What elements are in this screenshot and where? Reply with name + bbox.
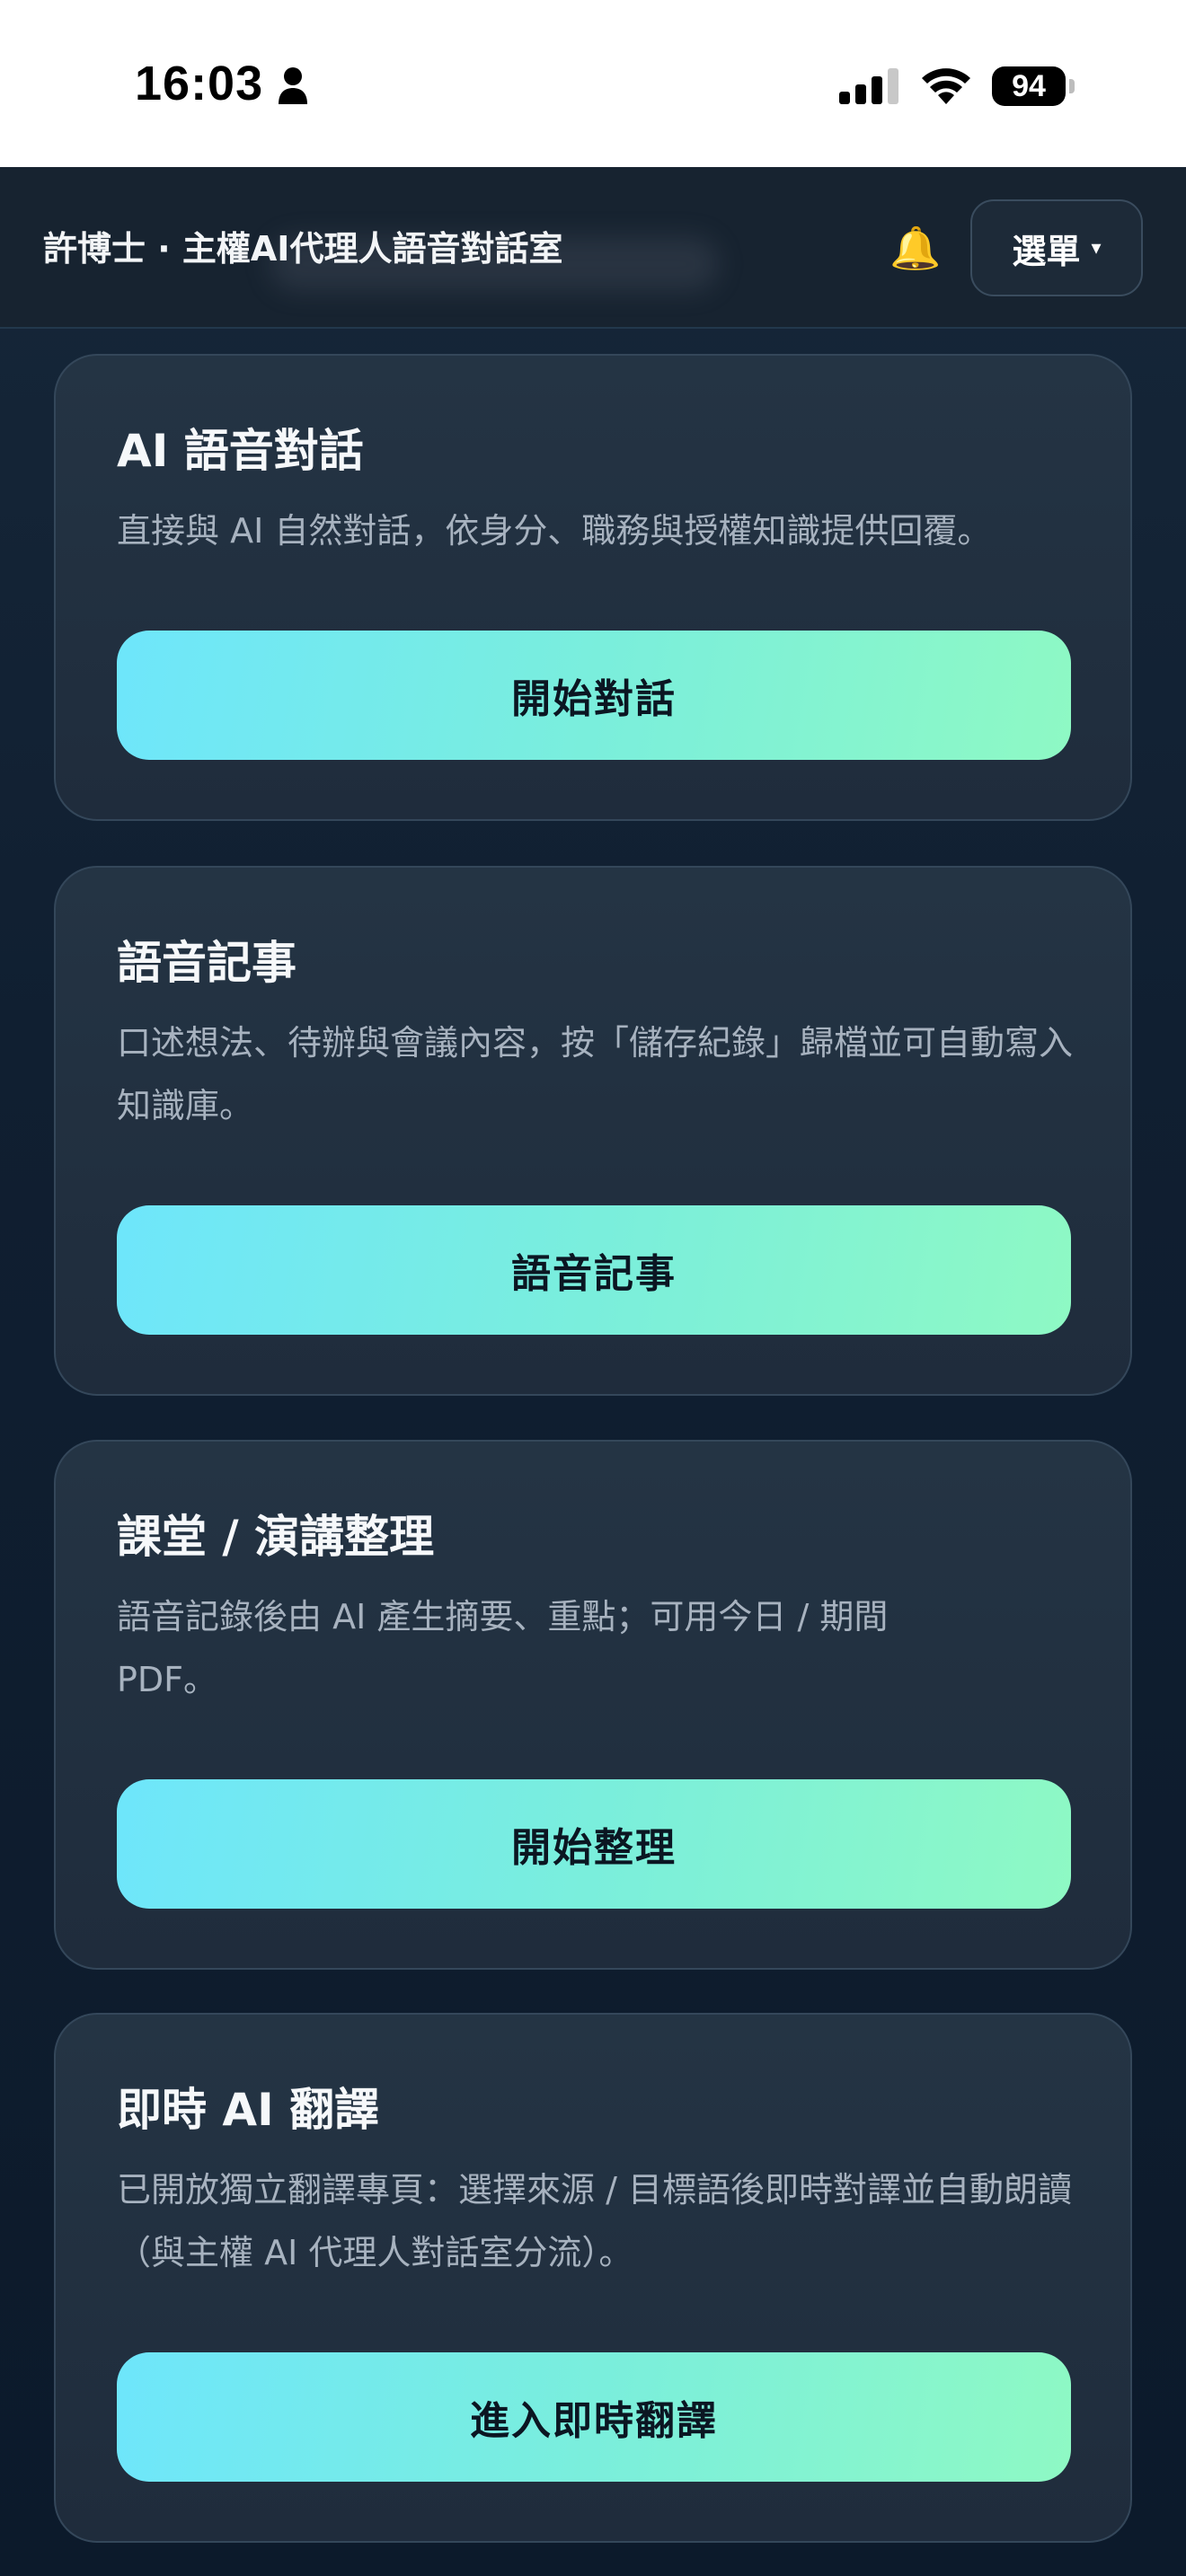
card-ai-voice-chat: AI 語音對話 直接與 AI 自然對話，依身分、職務與授權知識提供回覆。 開始對… — [54, 354, 1132, 821]
signal-icon — [839, 68, 898, 104]
card-title: 即時 AI 翻譯 — [117, 2084, 380, 2136]
status-time: 16:03 — [135, 57, 264, 110]
menu-button-label: 選單 — [1012, 231, 1081, 271]
voice-notes-button[interactable]: 語音記事 — [117, 1205, 1071, 1335]
start-chat-button[interactable]: 開始對話 — [117, 631, 1071, 760]
battery-indicator: 94 — [992, 66, 1066, 106]
start-summary-button[interactable]: 開始整理 — [117, 1779, 1071, 1909]
wifi-icon — [922, 68, 970, 104]
app-header: 許博士 · 主權AI代理人語音對話室 🔔 選單 ▾ — [0, 167, 1186, 329]
card-description: 語音記錄後由 AI 產生摘要、重點；可用今日 / 期間 PDF。 — [117, 1597, 889, 1699]
card-lecture-summary: 課堂 / 演講整理 語音記錄後由 AI 產生摘要、重點；可用今日 / 期間 PD… — [54, 1440, 1132, 1970]
person-icon — [279, 67, 307, 104]
card-description: 口述想法、待辦與會議內容，按「儲存紀錄」歸檔並可自動寫入知識庫。 — [117, 1023, 1074, 1125]
card-title: 語音記事 — [117, 937, 296, 989]
status-bar: 16:03 94 — [0, 0, 1186, 167]
chevron-down-icon: ▾ — [1091, 236, 1102, 260]
enter-translation-button[interactable]: 進入即時翻譯 — [117, 2352, 1071, 2482]
card-voice-notes: 語音記事 口述想法、待辦與會議內容，按「儲存紀錄」歸檔並可自動寫入知識庫。 語音… — [54, 866, 1132, 1396]
card-description: 直接與 AI 自然對話，依身分、職務與授權知識提供回覆。 — [117, 511, 992, 551]
card-title: AI 語音對話 — [117, 425, 364, 477]
battery-nub — [1069, 79, 1075, 93]
card-live-translation: 即時 AI 翻譯 已開放獨立翻譯專頁：選擇來源 / 目標語後即時對譯並自動朗讀（… — [54, 2013, 1132, 2543]
card-description: 已開放獨立翻譯專頁：選擇來源 / 目標語後即時對譯並自動朗讀（與主權 AI 代理… — [117, 2170, 1072, 2272]
menu-button[interactable]: 選單 ▾ — [970, 199, 1143, 296]
bell-icon[interactable]: 🔔 — [890, 223, 941, 273]
page-title: 許博士 · 主權AI代理人語音對話室 — [43, 229, 563, 269]
card-title: 課堂 / 演講整理 — [117, 1511, 435, 1563]
